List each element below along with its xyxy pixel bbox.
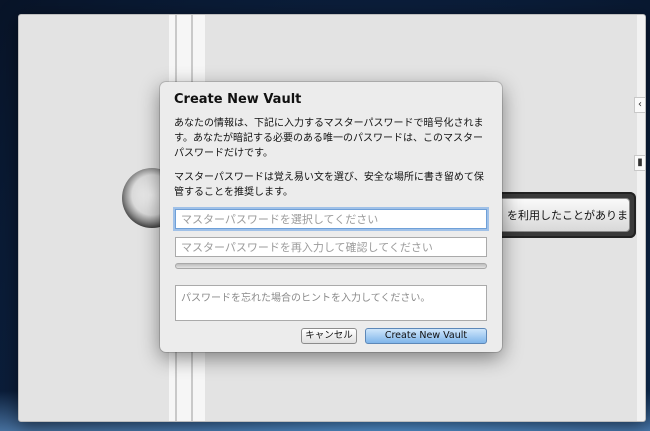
dialog-recommend-text: マスターパスワードは覚え易い文を選び、安全な場所に書き留めて保管することを推奨し… (174, 172, 484, 198)
dialog-info-text: あなたの情報は、下記に入力するマスターパスワードで暗号化されます。あなたが暗記す… (174, 118, 484, 159)
password-strength-meter (175, 263, 487, 269)
password-hint-input[interactable] (175, 285, 487, 321)
existing-vault-button[interactable]: を利用したことがあります (494, 198, 630, 232)
master-password-input[interactable] (175, 209, 487, 229)
side-panel-tab-icon[interactable]: ▮ (634, 155, 645, 171)
confirm-password-input[interactable] (175, 237, 487, 257)
dialog-title: Create New Vault (174, 92, 302, 107)
create-vault-dialog: Create New Vault あなたの情報は、下記に入力するマスターパスワー… (160, 82, 502, 352)
create-vault-button[interactable]: Create New Vault (365, 328, 487, 344)
side-panel-chevron-icon[interactable]: ‹ (634, 97, 645, 113)
cancel-button[interactable]: キャンセル (301, 328, 357, 344)
right-pane-edge (637, 15, 645, 421)
